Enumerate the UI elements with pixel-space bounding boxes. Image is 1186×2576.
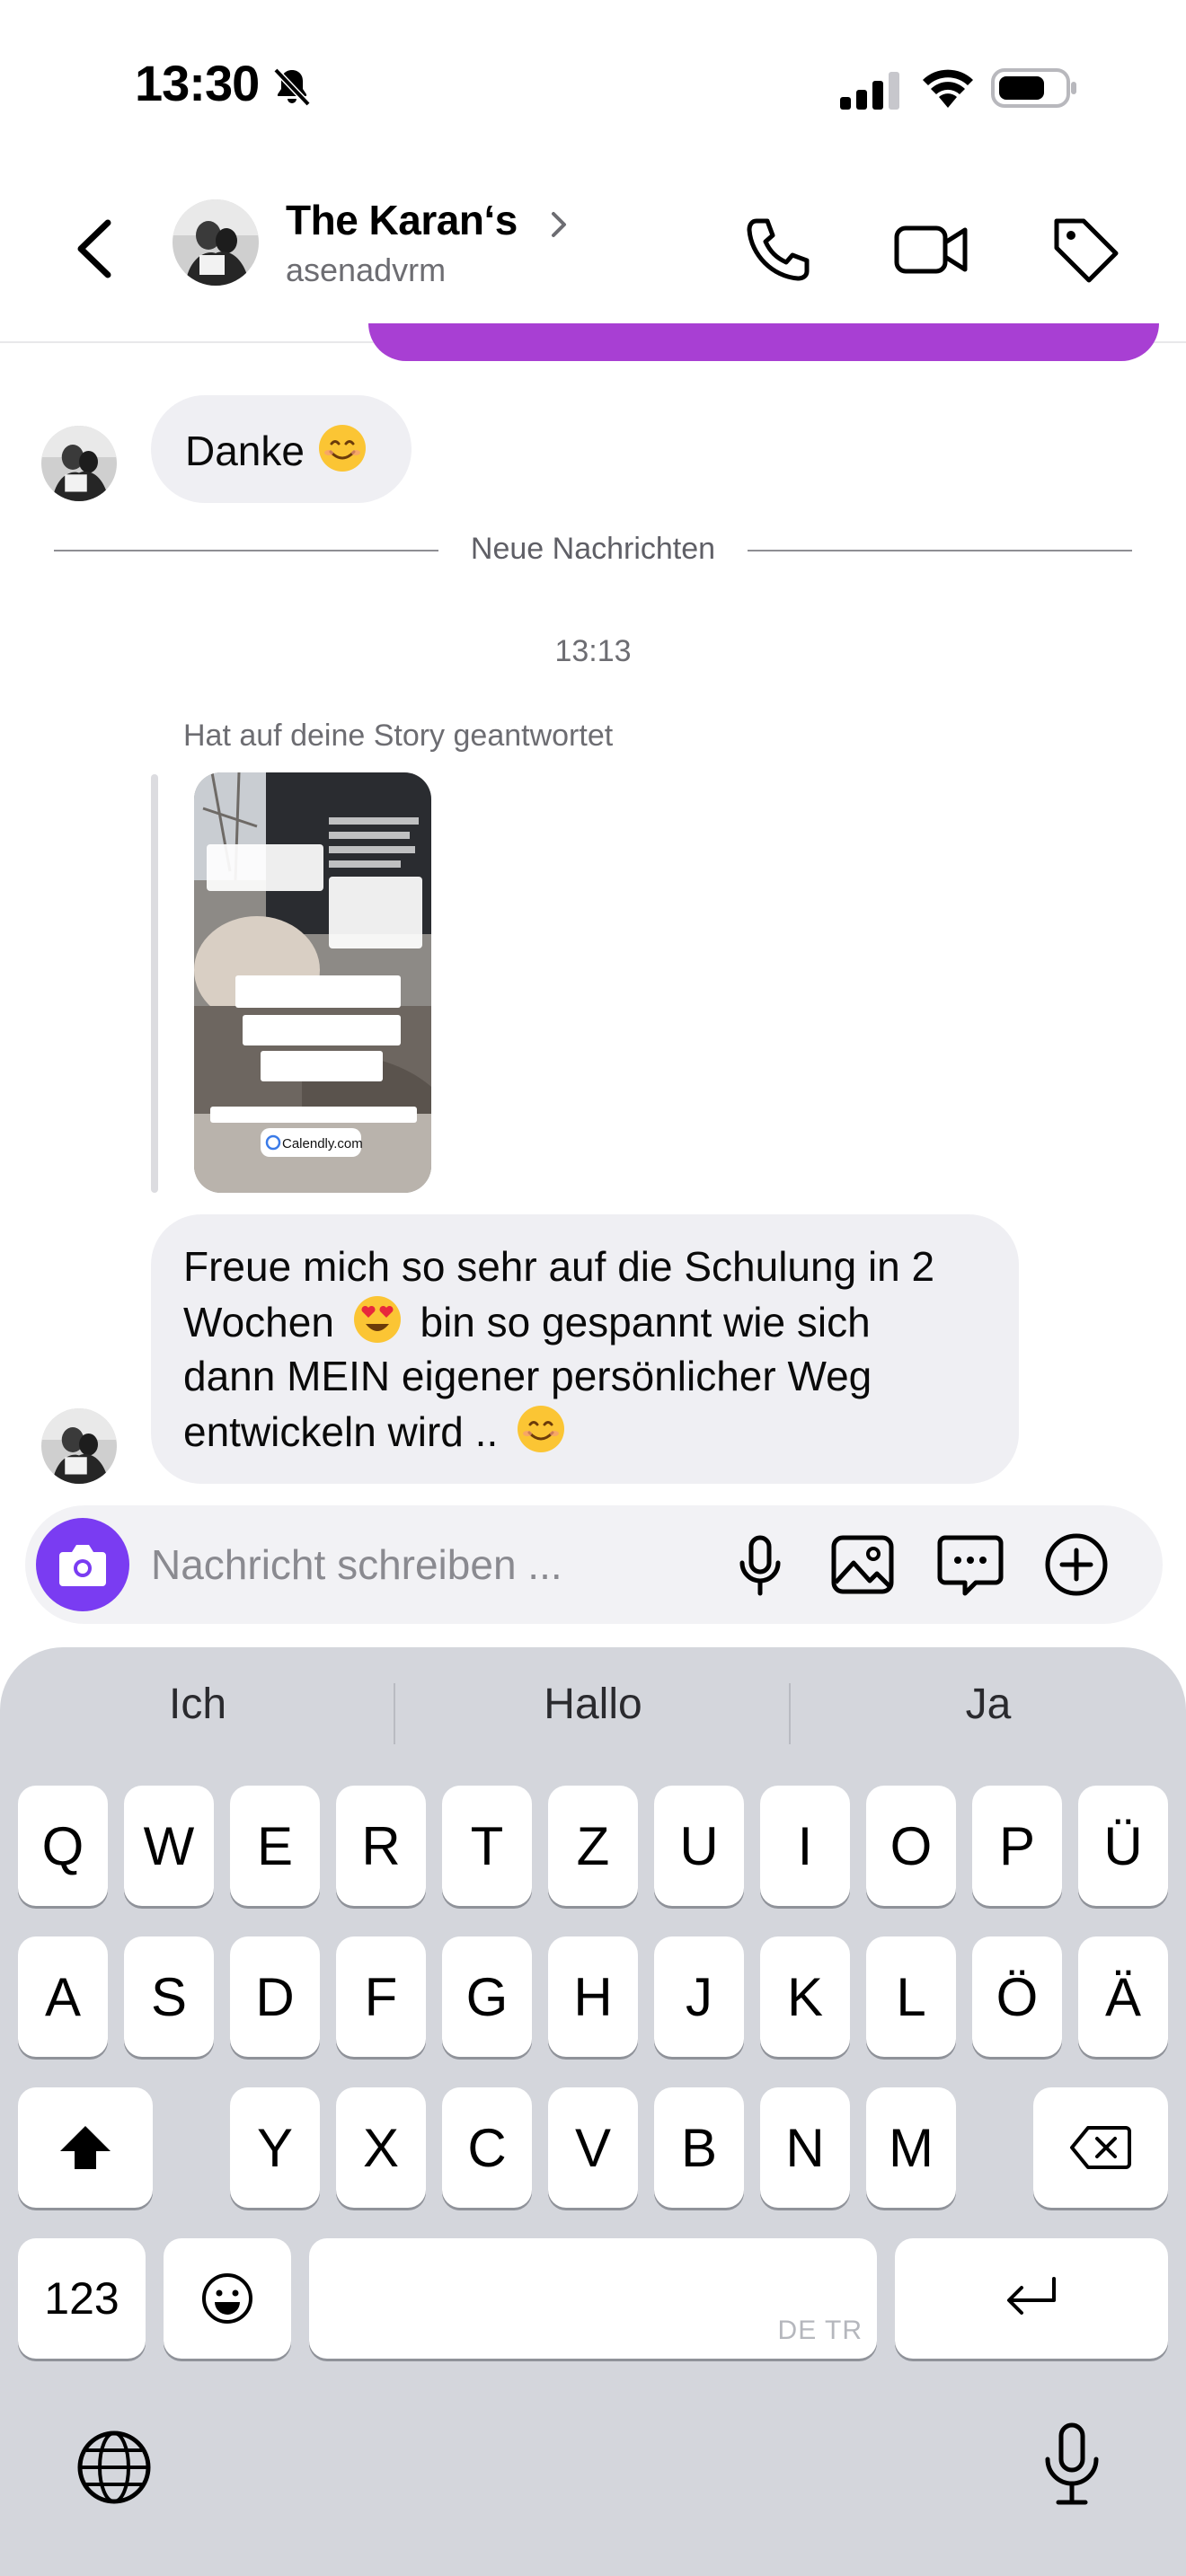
- key-c[interactable]: C: [442, 2087, 532, 2208]
- wifi-icon: [923, 69, 973, 108]
- key-l[interactable]: L: [866, 1936, 956, 2057]
- numbers-key[interactable]: 123: [18, 2238, 146, 2359]
- story-link-text: Calendly.com: [282, 1136, 363, 1151]
- key-i[interactable]: I: [760, 1786, 850, 1906]
- delete-key[interactable]: [1033, 2087, 1168, 2208]
- divider-line-right: [748, 550, 1132, 551]
- key-x[interactable]: X: [336, 2087, 426, 2208]
- delete-icon: [1070, 2126, 1131, 2169]
- microphone-icon[interactable]: [721, 1525, 800, 1604]
- chat-header: The Karan‘s asenadvrm: [0, 171, 1186, 343]
- key-u[interactable]: U: [654, 1786, 744, 1906]
- key-s[interactable]: S: [124, 1936, 214, 2057]
- smiling-face-emoji: [318, 425, 366, 472]
- bell-slash-icon: [273, 67, 311, 107]
- key-v[interactable]: V: [548, 2087, 638, 2208]
- avatar-photo: [173, 199, 259, 286]
- emoji-key[interactable]: [164, 2238, 291, 2359]
- message-input[interactable]: [151, 1538, 672, 1592]
- key-q[interactable]: Q: [18, 1786, 108, 1906]
- message-bubble[interactable]: Freue mich so sehr auf die Schulung in 2…: [151, 1214, 1019, 1484]
- back-chevron-icon[interactable]: [63, 208, 126, 289]
- keyboard-languages: DE TR: [777, 2316, 863, 2345]
- contact-handle: asenadvrm: [286, 251, 447, 288]
- shift-icon: [60, 2126, 111, 2169]
- tag-icon[interactable]: [1044, 208, 1125, 289]
- key-o[interactable]: O: [866, 1786, 956, 1906]
- key-w[interactable]: W: [124, 1786, 214, 1906]
- key-b[interactable]: B: [654, 2087, 744, 2208]
- message-avatar[interactable]: [41, 426, 117, 501]
- message-bubble[interactable]: Danke: [151, 395, 412, 503]
- space-key[interactable]: DE TR: [309, 2238, 877, 2359]
- story-image: Calendly.com: [194, 772, 431, 1193]
- key-e[interactable]: E: [230, 1786, 320, 1906]
- heart-eyes-emoji: [353, 1296, 401, 1343]
- message-line: dann MEIN eigener persönlicher Weg: [183, 1353, 872, 1399]
- return-icon: [1007, 2277, 1056, 2315]
- message-line: Wochen: [183, 1299, 334, 1345]
- sticker-chat-icon[interactable]: [931, 1525, 1010, 1604]
- suggestion-1[interactable]: Ich: [0, 1680, 395, 1729]
- phone-icon[interactable]: [737, 208, 818, 289]
- chevron-right-icon[interactable]: [546, 207, 571, 243]
- contact-name[interactable]: The Karan‘s: [286, 196, 518, 244]
- battery-icon: [991, 68, 1076, 108]
- message-timestamp: 13:13: [554, 634, 632, 668]
- key-p[interactable]: P: [972, 1786, 1062, 1906]
- camera-button[interactable]: [36, 1518, 129, 1611]
- status-bar: 13:30: [0, 0, 1186, 171]
- key-ü[interactable]: Ü: [1078, 1786, 1168, 1906]
- key-d[interactable]: D: [230, 1936, 320, 2057]
- avatar-photo: [41, 426, 117, 501]
- message-text: Danke: [185, 428, 305, 474]
- key-a[interactable]: A: [18, 1936, 108, 2057]
- return-key[interactable]: [895, 2238, 1168, 2359]
- emoji-icon: [202, 2273, 252, 2324]
- key-n[interactable]: N: [760, 2087, 850, 2208]
- smiling-face-emoji: [518, 1406, 565, 1452]
- contact-avatar[interactable]: [173, 199, 259, 286]
- globe-icon[interactable]: [74, 2427, 155, 2508]
- key-t[interactable]: T: [442, 1786, 532, 1906]
- suggestion-3[interactable]: Ja: [791, 1680, 1186, 1729]
- key-ä[interactable]: Ä: [1078, 1936, 1168, 2057]
- video-camera-icon[interactable]: [890, 208, 970, 289]
- message-line: Freue mich so sehr auf die Schulung in 2: [183, 1243, 935, 1290]
- shift-key[interactable]: [18, 2087, 153, 2208]
- previous-message-bubble[interactable]: [368, 323, 1159, 361]
- avatar-photo: [41, 1408, 117, 1484]
- key-z[interactable]: Z: [548, 1786, 638, 1906]
- key-j[interactable]: J: [654, 1936, 744, 2057]
- message-avatar[interactable]: [41, 1408, 117, 1484]
- story-reply-rail: [151, 774, 158, 1193]
- suggestion-2[interactable]: Hallo: [395, 1680, 791, 1729]
- key-f[interactable]: F: [336, 1936, 426, 2057]
- key-r[interactable]: R: [336, 1786, 426, 1906]
- message-line: entwickeln wird ..: [183, 1408, 499, 1455]
- key-g[interactable]: G: [442, 1936, 532, 2057]
- message-composer: [25, 1505, 1163, 1624]
- image-icon[interactable]: [823, 1525, 902, 1604]
- message-line: bin so gespannt wie sich: [420, 1299, 871, 1345]
- dictation-microphone-icon[interactable]: [1031, 2420, 1112, 2510]
- plus-circle-icon[interactable]: [1037, 1525, 1116, 1604]
- status-time: 13:30: [135, 55, 260, 111]
- story-thumbnail[interactable]: Calendly.com: [194, 772, 431, 1193]
- camera-icon: [59, 1545, 106, 1586]
- cellular-signal-icon: [840, 72, 899, 110]
- story-reply-label: Hat auf deine Story geantwortet: [183, 719, 614, 753]
- key-h[interactable]: H: [548, 1936, 638, 2057]
- key-y[interactable]: Y: [230, 2087, 320, 2208]
- key-m[interactable]: M: [866, 2087, 956, 2208]
- key-k[interactable]: K: [760, 1936, 850, 2057]
- key-ö[interactable]: Ö: [972, 1936, 1062, 2057]
